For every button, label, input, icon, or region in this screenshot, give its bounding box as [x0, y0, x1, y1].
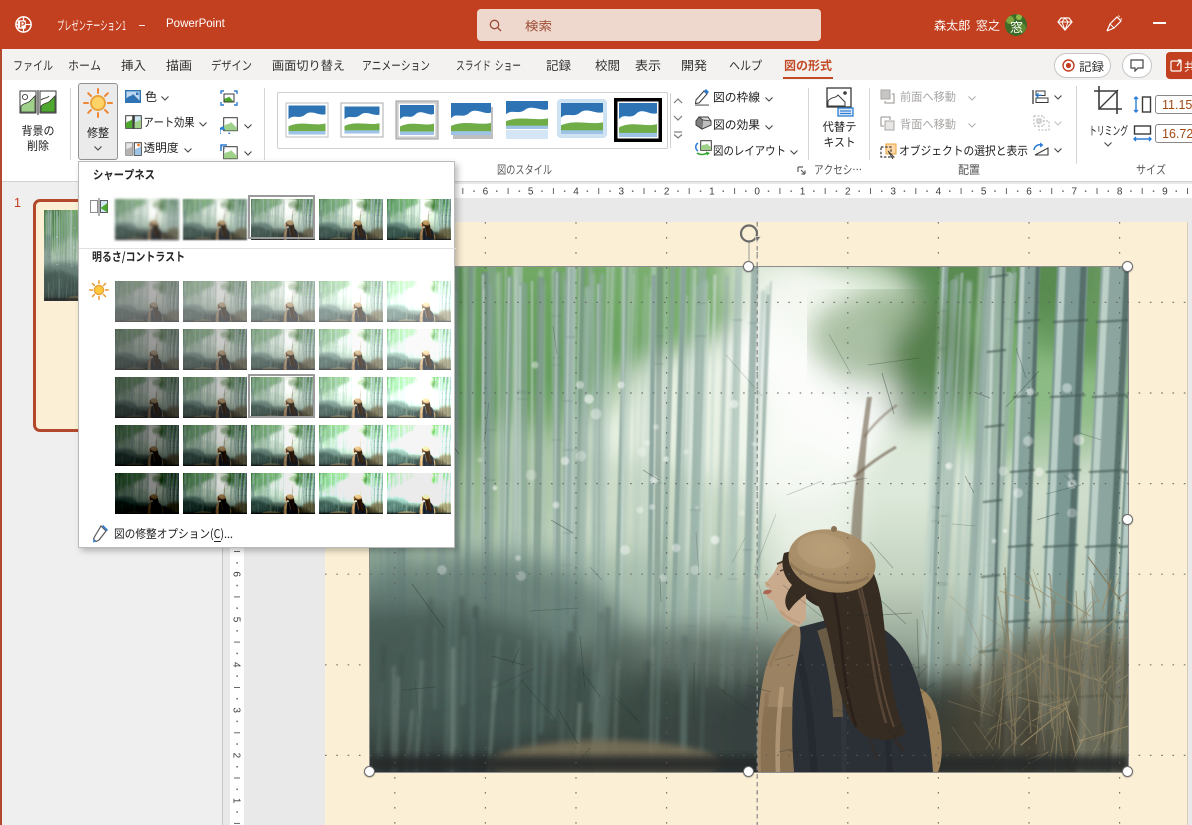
svg-text:P: P	[20, 19, 26, 29]
svg-text:6: 6	[1026, 187, 1032, 198]
svg-text:8: 8	[1117, 187, 1123, 198]
svg-text:6: 6	[231, 571, 242, 577]
svg-text:5: 5	[231, 617, 242, 623]
svg-text:2: 2	[231, 753, 242, 759]
svg-text:4: 4	[936, 187, 942, 198]
svg-text:7: 7	[1072, 187, 1078, 198]
svg-text:2: 2	[845, 187, 851, 198]
svg-text:1: 1	[800, 187, 806, 198]
svg-text:4: 4	[231, 662, 242, 668]
svg-text:1: 1	[709, 187, 715, 198]
svg-text:3: 3	[619, 187, 625, 198]
svg-text:1: 1	[231, 798, 242, 804]
svg-text:0: 0	[754, 187, 760, 198]
svg-text:6: 6	[483, 187, 489, 198]
svg-text:3: 3	[890, 187, 896, 198]
svg-text:9: 9	[1162, 187, 1168, 198]
svg-text:5: 5	[981, 187, 987, 198]
svg-text:2: 2	[664, 187, 670, 198]
svg-text:5: 5	[528, 187, 534, 198]
svg-text:4: 4	[573, 187, 579, 198]
svg-text:3: 3	[231, 707, 242, 713]
